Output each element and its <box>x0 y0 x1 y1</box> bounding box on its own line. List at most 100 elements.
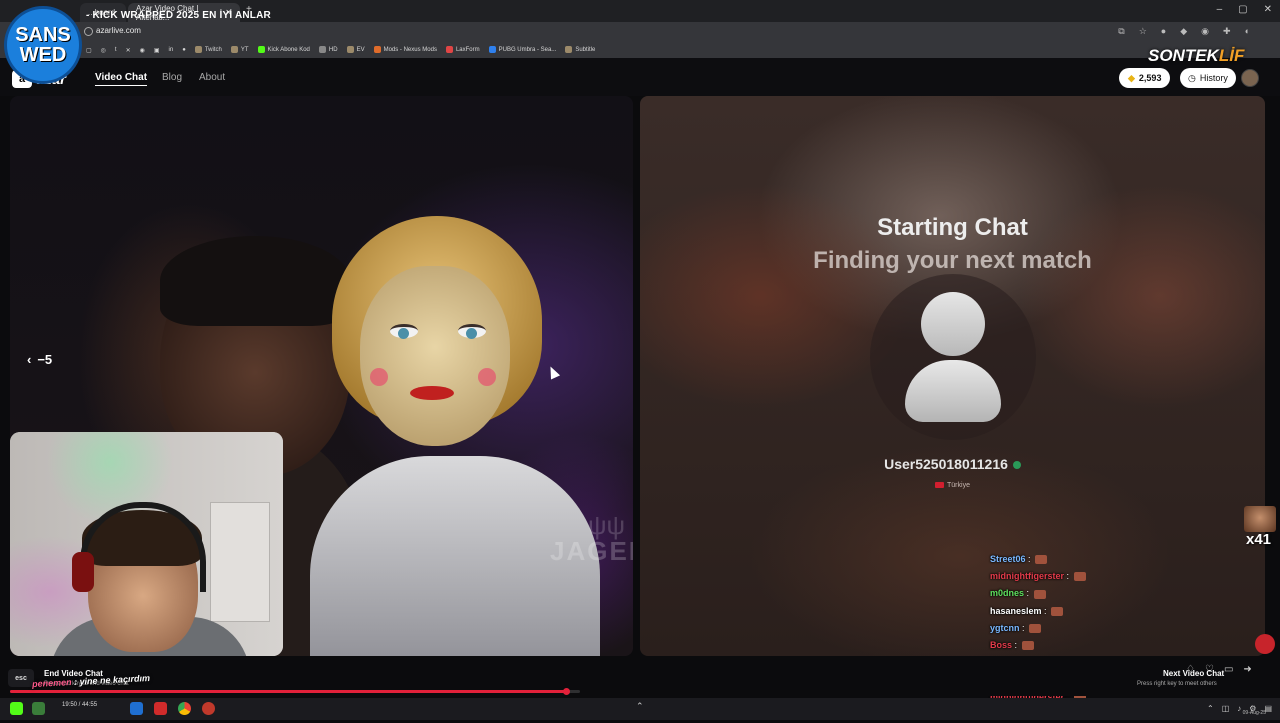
bookmark-item[interactable]: Subtitle <box>565 46 596 54</box>
match-username: User525018011216 <box>640 456 1265 472</box>
bottom-actions: ♢ ♡ ▭ ➜ <box>1186 664 1252 675</box>
chat-username: Boss <box>990 639 1013 650</box>
nav-video-chat[interactable]: Video Chat <box>95 72 148 86</box>
emote-icon <box>1029 623 1042 633</box>
playback-progress[interactable] <box>10 688 580 695</box>
close-window-icon[interactable]: ✕ <box>1264 4 1272 15</box>
bookmark-item[interactable]: Kick Abone Kod <box>257 46 310 54</box>
app-icon[interactable] <box>130 702 143 715</box>
bookmark-item[interactable]: LaxForm <box>445 46 480 54</box>
bookmark-favicon-icon[interactable]: ✕ <box>126 47 131 54</box>
user-avatar[interactable] <box>1241 69 1259 87</box>
coin-count: 2,593 <box>1138 73 1162 83</box>
bookmark-favicon-icon[interactable]: t <box>115 47 117 53</box>
address-bar-actions: ⧉ ☆ ● ◆ ◉ ✚ ◐ <box>1118 26 1250 37</box>
emote-icon <box>1035 555 1048 565</box>
history-button[interactable]: ◷ History <box>1180 68 1236 88</box>
chat-separator: : <box>1041 605 1050 616</box>
bookmark-favicon-icon[interactable]: ▢ <box>86 47 92 54</box>
bookmark-item[interactable]: Mods - Nexus Mods <box>373 46 437 54</box>
bookmark-label: Subtitle <box>575 47 596 54</box>
chat-bubble-icon[interactable]: ▭ <box>1224 664 1233 675</box>
bookmark-favicon-icon[interactable]: ◉ <box>140 47 145 54</box>
bookmark-item[interactable]: HD <box>318 46 338 54</box>
bookmarks-bar: ▢ ◎ t ✕ ◉ ▣ in ● Twitch YT Kick Abone Ko… <box>0 42 1280 58</box>
progress-handle[interactable] <box>562 688 570 695</box>
folder-icon <box>194 46 202 54</box>
clock-icon: ◷ <box>1188 72 1196 83</box>
rewind-button[interactable]: ‹ −5 <box>27 352 52 367</box>
extension-icon[interactable]: ◆ <box>1180 26 1187 37</box>
tray-chevron-icon[interactable]: ⌃ <box>1207 704 1214 713</box>
app-icon[interactable] <box>154 702 167 715</box>
subscribe-badge-icon <box>1255 634 1275 654</box>
doll-eye <box>390 324 418 339</box>
chat-separator: : <box>1064 571 1072 582</box>
coin-balance-button[interactable]: ◆ 2,593 <box>1119 68 1171 88</box>
next-arrow-icon[interactable]: ➜ <box>1243 664 1251 675</box>
chat-separator: : <box>1012 639 1020 650</box>
history-label: History <box>1199 73 1228 83</box>
doll-eye <box>458 324 486 339</box>
install-icon[interactable]: ⧉ <box>1118 26 1124 37</box>
laxform-icon <box>445 46 453 54</box>
gem-icon: ◆ <box>1128 72 1135 83</box>
bookmark-favicon-icon[interactable]: ▣ <box>154 47 160 54</box>
nexus-icon <box>373 46 381 54</box>
progress-fill <box>10 690 566 693</box>
bookmark-label: LaxForm <box>455 47 480 54</box>
emote-icon <box>1033 589 1046 599</box>
chat-username: Street06 <box>990 554 1026 564</box>
chevron-left-icon: ‹ <box>27 352 32 367</box>
headset-earcup <box>72 552 94 592</box>
esc-key-button[interactable]: esc <box>8 669 34 687</box>
person-hair <box>160 236 350 326</box>
extensions-puzzle-icon[interactable]: ✚ <box>1223 26 1231 37</box>
chat-username: ygtcnn <box>990 622 1020 633</box>
app-icon[interactable] <box>32 702 45 715</box>
volume-icon[interactable]: ♪ <box>1237 704 1241 713</box>
extension-icon[interactable]: ● <box>1161 26 1166 37</box>
badge-line: SANS <box>15 24 71 46</box>
bookmark-favicon-icon[interactable]: ● <box>182 47 186 53</box>
bookmark-item[interactable]: PUBG Umbra - Sea... <box>488 46 557 54</box>
emote-icon <box>1073 572 1086 582</box>
maximize-icon[interactable]: ▢ <box>1238 4 1247 15</box>
viewer-multiplier: x41 <box>1246 531 1272 548</box>
bookmark-item[interactable]: Twitch <box>194 46 222 54</box>
channel-watermark: JAGERMAN <box>550 536 633 566</box>
bookmark-favicon-icon[interactable]: ◎ <box>101 47 106 54</box>
obs-icon[interactable] <box>202 702 215 715</box>
nav-about[interactable]: About <box>199 72 225 83</box>
bookmark-star-icon[interactable]: ☆ <box>1139 26 1147 37</box>
bookmark-item[interactable]: YT <box>230 46 249 54</box>
kick-app-icon[interactable] <box>10 702 23 715</box>
bookmark-favicon-icon[interactable]: in <box>169 47 174 53</box>
default-avatar-icon <box>921 292 985 356</box>
bookmark-label: EV <box>356 47 365 54</box>
bookmark-label: Twitch <box>204 47 222 54</box>
status-title: Starting Chat <box>877 214 1028 241</box>
chrome-icon[interactable] <box>178 702 191 715</box>
kick-icon <box>257 46 265 54</box>
doll-face <box>360 266 510 446</box>
badge-line: WED <box>19 44 67 66</box>
heart-icon[interactable]: ♡ <box>1205 664 1214 675</box>
url-field[interactable]: azarlive.com <box>96 26 141 35</box>
chat-line: Boss : <box>990 637 1170 654</box>
chat-separator: : <box>1024 588 1032 599</box>
chat-line: hasaneslem : <box>990 603 1170 620</box>
gift-icon[interactable]: ♢ <box>1186 664 1195 675</box>
pubg-icon <box>488 46 496 54</box>
extension-icon[interactable]: ◉ <box>1201 26 1209 37</box>
bookmark-label: PUBG Umbra - Sea... <box>498 47 557 54</box>
profile-icon[interactable]: ◐ <box>1245 26 1250 37</box>
site-info-icon[interactable] <box>84 27 93 36</box>
verified-icon <box>1012 461 1021 470</box>
network-icon[interactable]: ◫ <box>1222 704 1230 713</box>
bookmark-item[interactable]: EV <box>346 46 365 54</box>
nav-blog[interactable]: Blog <box>162 72 182 83</box>
chevron-up-icon[interactable]: ⌃ <box>636 701 644 712</box>
minimize-icon[interactable]: – <box>1217 4 1223 15</box>
bookmark-favicon-icon <box>318 46 326 54</box>
